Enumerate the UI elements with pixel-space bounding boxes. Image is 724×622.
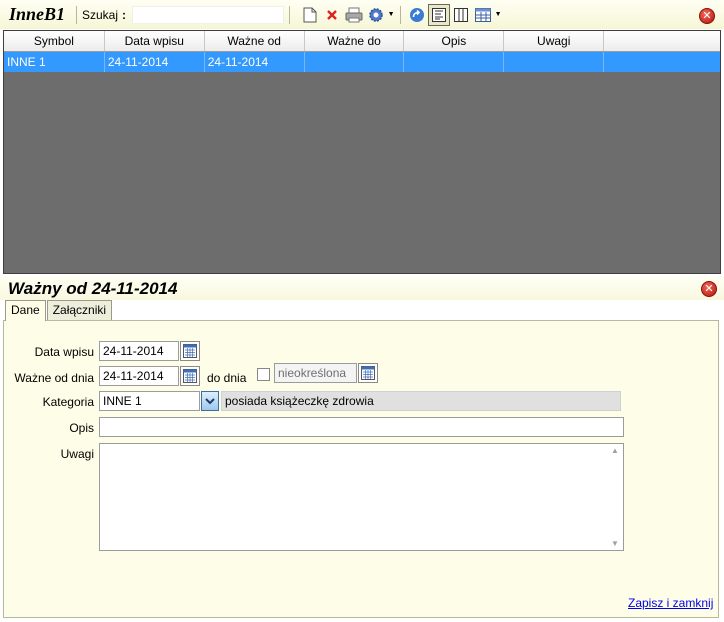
opis-field[interactable]: [99, 417, 624, 437]
save-and-close-link[interactable]: Zapisz i zamknij: [628, 596, 713, 610]
column-header-opis[interactable]: Opis: [404, 31, 505, 51]
close-window-icon[interactable]: ✕: [699, 8, 715, 24]
scroll-up-icon[interactable]: ▲: [611, 446, 619, 455]
wazne-od-field[interactable]: 24-11-2014: [99, 366, 179, 386]
toolbar-separator: [289, 5, 291, 24]
toolbar-icons: ▼ ▼: [299, 3, 502, 26]
opis-label: Opis: [69, 421, 94, 435]
column-header-uwagi[interactable]: Uwagi: [504, 31, 605, 51]
do-dnia-label: do dnia: [207, 371, 247, 385]
settings-gear-icon[interactable]: [365, 4, 387, 26]
tab-dane[interactable]: Dane: [5, 300, 46, 321]
chevron-down-icon[interactable]: [201, 391, 219, 411]
tab-panel-dane: Data wpisu 24-11-2014 Ważne od dnia 24-1…: [3, 320, 719, 618]
column-header-symbol[interactable]: Symbol: [4, 31, 105, 51]
wazne-od-label: Ważne od dnia: [14, 371, 94, 385]
search-label: Szukaj: [82, 7, 119, 22]
kategoria-description: posiada książeczkę zdrowia: [221, 391, 621, 411]
search-input[interactable]: [132, 5, 285, 24]
settings-dropdown-icon[interactable]: ▼: [387, 4, 395, 26]
detail-title: Ważny od 24-11-2014: [8, 279, 178, 298]
table-layout-icon[interactable]: [472, 4, 494, 26]
new-document-icon[interactable]: [299, 4, 321, 26]
tab-zalaczniki[interactable]: Załączniki: [46, 300, 113, 320]
main-toolbar: InneB1 Szukaj : ▼ ▼ ✕: [0, 0, 724, 29]
detail-tabs: Dane Załączniki: [5, 300, 113, 321]
print-icon[interactable]: [343, 4, 365, 26]
refresh-icon[interactable]: [406, 4, 428, 26]
toolbar-separator: [400, 5, 402, 24]
kategoria-combo[interactable]: INNE 1: [99, 391, 200, 411]
detail-header: Ważny od 24-11-2014 ✕: [0, 276, 724, 300]
calendar-icon[interactable]: [180, 341, 200, 361]
do-dnia-checkbox[interactable]: [257, 368, 270, 381]
filter-view-icon[interactable]: [428, 3, 451, 26]
do-dnia-field[interactable]: nieokreślona: [274, 363, 357, 383]
cell-filler: [604, 52, 720, 72]
search-colon: :: [122, 7, 127, 22]
app-title: InneB1: [9, 4, 66, 24]
column-header-filler: [604, 31, 720, 51]
uwagi-textarea[interactable]: ▲ ▼: [99, 443, 624, 551]
table-row[interactable]: INNE 1 24-11-2014 24-11-2014: [4, 52, 720, 72]
cell-uwagi: [504, 52, 605, 72]
column-header-wazne-do[interactable]: Ważne do: [305, 31, 405, 51]
delete-icon[interactable]: [321, 4, 343, 26]
data-wpisu-field[interactable]: 24-11-2014: [99, 341, 179, 361]
scroll-down-icon[interactable]: ▼: [611, 539, 619, 548]
toolbar-separator: [76, 5, 77, 24]
columns-icon[interactable]: [450, 4, 472, 26]
cell-wazne-od: 24-11-2014: [205, 52, 305, 72]
grid-header: Symbol Data wpisu Ważne od Ważne do Opis…: [4, 31, 720, 52]
cell-symbol: INNE 1: [4, 52, 105, 72]
close-detail-icon[interactable]: ✕: [701, 281, 717, 297]
column-header-wazne-od[interactable]: Ważne od: [205, 31, 305, 51]
uwagi-label: Uwagi: [60, 447, 94, 461]
cell-opis: [404, 52, 505, 72]
column-header-data-wpisu[interactable]: Data wpisu: [105, 31, 205, 51]
cell-wazne-do: [305, 52, 405, 72]
uwagi-scrollbar[interactable]: ▲ ▼: [607, 444, 623, 550]
calendar-icon[interactable]: [358, 363, 378, 383]
data-wpisu-label: Data wpisu: [34, 345, 94, 359]
calendar-icon[interactable]: [180, 366, 200, 386]
kategoria-label: Kategoria: [42, 395, 94, 409]
table-layout-dropdown-icon[interactable]: ▼: [494, 4, 502, 26]
records-grid: Symbol Data wpisu Ważne od Ważne do Opis…: [3, 30, 721, 274]
cell-data-wpisu: 24-11-2014: [105, 52, 205, 72]
